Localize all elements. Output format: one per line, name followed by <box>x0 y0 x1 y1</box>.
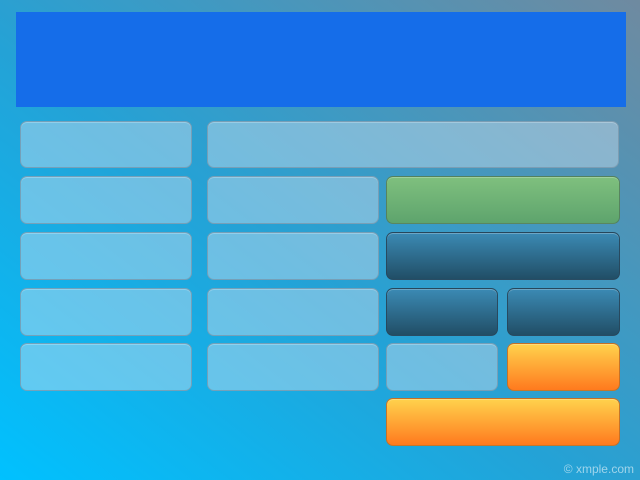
key-r4-dark-left[interactable] <box>386 288 498 336</box>
key-r6-orange-wide[interactable] <box>386 398 620 446</box>
key-r5-c3[interactable] <box>386 343 498 391</box>
key-r2-c1[interactable] <box>20 176 192 224</box>
key-r1-wide[interactable] <box>207 121 619 168</box>
key-r3-c1[interactable] <box>20 232 192 280</box>
watermark-text: © xmple.com <box>563 462 634 476</box>
key-r1-c1[interactable] <box>20 121 192 168</box>
calculator-display <box>16 12 626 107</box>
key-r4-c2[interactable] <box>207 288 379 336</box>
key-r3-c2[interactable] <box>207 232 379 280</box>
key-r4-c1[interactable] <box>20 288 192 336</box>
key-r4-dark-right[interactable] <box>507 288 620 336</box>
key-r2-green[interactable] <box>386 176 620 224</box>
key-r3-dark-wide[interactable] <box>386 232 620 280</box>
key-r2-c2[interactable] <box>207 176 379 224</box>
key-r5-c2[interactable] <box>207 343 379 391</box>
key-r5-c1[interactable] <box>20 343 192 391</box>
key-r5-orange[interactable] <box>507 343 620 391</box>
